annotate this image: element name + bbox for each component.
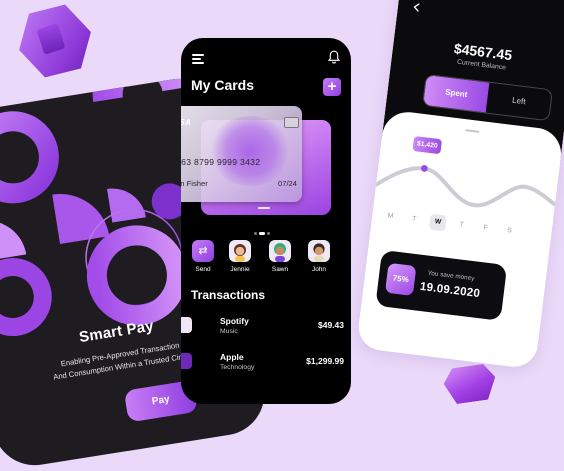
apple-icon (181, 353, 192, 369)
card-holder-name: Ben Fisher (181, 179, 208, 188)
day-item[interactable]: S (500, 222, 518, 240)
avatar[interactable] (308, 240, 330, 262)
swap-arrows-icon[interactable]: ⇄ (192, 240, 214, 262)
chart-tooltip: $1,420 (412, 135, 443, 155)
card-number: 4563 8799 9999 3432 (181, 157, 261, 167)
contact-jennie[interactable]: Jennie (228, 240, 252, 273)
transaction-row[interactable]: Apple Technology $1,299.99 (181, 351, 351, 381)
contact-name: Sawn (271, 266, 289, 273)
contact-name: John (311, 266, 327, 273)
decorative-hexagon-small (442, 363, 499, 406)
tab-spent[interactable]: Spent (423, 75, 490, 113)
menu-icon[interactable] (192, 54, 204, 64)
pagination-dot-active[interactable] (259, 232, 265, 236)
contact-sawn[interactable]: Sawn (268, 240, 292, 273)
transaction-amount: $49.43 (318, 320, 344, 330)
day-item-active[interactable]: W (429, 213, 447, 232)
avatar[interactable] (229, 240, 251, 262)
card-brand-logo: VISA (181, 118, 192, 127)
transaction-category: Music (220, 328, 238, 335)
tab-left[interactable]: Left (486, 83, 552, 120)
savings-date: 19.09.2020 (419, 280, 481, 301)
card-gradient-blob (209, 116, 291, 186)
savings-label: You save money (427, 269, 475, 283)
balance-phone-screen: $4567.45 Current Balance Spent Left $1,4… (356, 0, 564, 370)
chevron-left-icon[interactable] (411, 2, 422, 13)
transaction-amount: $1,299.99 (306, 356, 344, 366)
transactions-heading: Transactions (191, 288, 266, 302)
day-item[interactable]: F (477, 219, 495, 237)
avatar[interactable] (269, 240, 291, 262)
day-item[interactable]: T (405, 211, 423, 229)
card-chip-icon (284, 117, 299, 128)
day-item[interactable]: T (453, 217, 471, 235)
pagination-dot[interactable] (267, 232, 270, 236)
contact-name: Jennie (230, 266, 250, 273)
my-cards-phone-screen: My Cards + VISA 4563 8799 9999 3432 Ben … (181, 38, 351, 404)
add-card-button[interactable]: + (323, 78, 341, 96)
card-handle (258, 207, 270, 209)
savings-percent-badge: 75% (384, 262, 417, 296)
quick-contacts: ⇄ Send Jennie Sawn John (190, 240, 346, 276)
transaction-row[interactable]: Spotify Music $49.43 (181, 315, 351, 345)
page-title: My Cards (191, 77, 255, 93)
bell-icon[interactable] (328, 50, 340, 64)
pagination-dot[interactable] (254, 232, 257, 236)
transaction-category: Technology (220, 364, 255, 371)
chart-point[interactable] (421, 165, 429, 173)
contact-name: Send (195, 266, 211, 273)
contact-john[interactable]: John (307, 240, 331, 273)
card-expiry: 07/24 (278, 179, 298, 188)
contact-send[interactable]: ⇄ Send (191, 240, 215, 273)
transaction-name: Apple (220, 352, 244, 362)
day-item[interactable]: M (381, 208, 399, 226)
spotify-icon (181, 317, 192, 333)
transaction-name: Spotify (220, 316, 249, 326)
